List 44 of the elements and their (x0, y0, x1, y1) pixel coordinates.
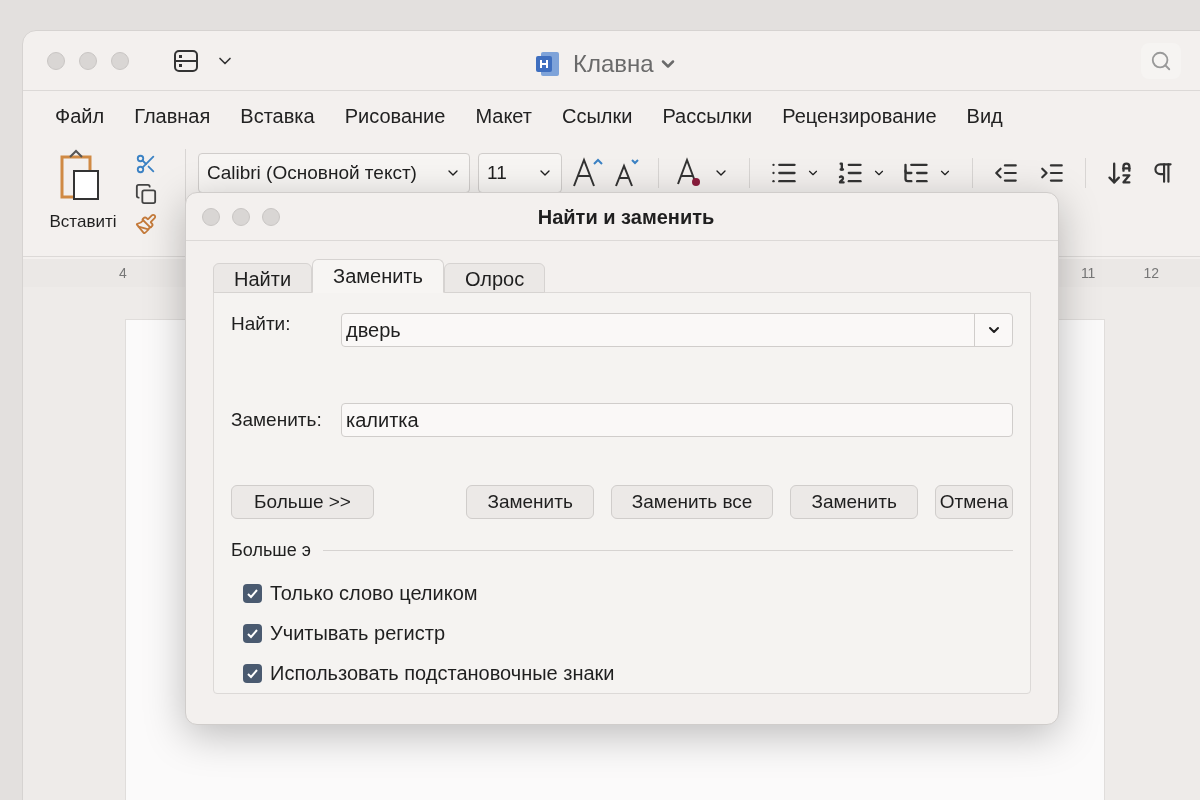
dialog-tab[interactable]: Заменить (312, 259, 444, 293)
ruler-number: 4 (119, 263, 127, 283)
field-label: Заменить: (231, 407, 323, 432)
menu-tab[interactable]: Вид (966, 101, 1003, 131)
ruler-number: 12 (1143, 263, 1159, 283)
replace-field[interactable]: калитка (341, 403, 1013, 437)
find-value: дверь (345, 318, 402, 343)
section-title: Больше э (231, 539, 311, 562)
menu-tab[interactable]: Файл (55, 101, 105, 131)
search-button[interactable] (1141, 43, 1181, 79)
dialog-button[interactable]: Заменить (790, 485, 918, 519)
paintbrush-icon[interactable] (135, 213, 157, 235)
font-select[interactable]: Calibri (Основной текст) (198, 153, 470, 193)
menu-tab[interactable]: Ссылки (562, 101, 633, 131)
dialog-button[interactable]: Заменить (466, 485, 594, 519)
menu-tab[interactable]: Рассылки (662, 101, 753, 131)
checkbox-label: Учитывать регистр (270, 621, 446, 646)
dialog-tab[interactable]: Олрос (443, 263, 546, 293)
field-label: Найти: (231, 311, 292, 336)
checkbox[interactable] (243, 663, 262, 683)
ruler-number: 11 (1080, 263, 1096, 283)
menu-tab[interactable]: Вставка (240, 101, 315, 131)
dialog-tab[interactable]: Найти (213, 263, 313, 293)
paste-label[interactable]: Вставиті (49, 209, 117, 235)
find-combobox[interactable]: дверь (341, 313, 1013, 347)
menu-tab[interactable]: Главная (134, 101, 211, 131)
document-icon (535, 50, 561, 78)
checkbox[interactable] (243, 623, 262, 643)
dialog-button[interactable]: Заменить все (610, 485, 774, 519)
dialog-title: Найти и заменить (537, 204, 715, 230)
sidebar-icon[interactable] (173, 48, 199, 73)
menu-tab[interactable]: Макет (475, 101, 532, 131)
dialog-button[interactable]: Отмена (934, 485, 1013, 519)
window-title: Клавна (573, 49, 654, 79)
menu-tab[interactable]: Рисование (344, 101, 446, 131)
checkbox[interactable] (243, 583, 262, 603)
scissors-icon[interactable] (135, 153, 157, 175)
copy-icon[interactable] (135, 183, 157, 205)
more-button[interactable]: Больше >> (231, 485, 374, 519)
checkbox-label: Использовать подстановочные знаки (270, 661, 615, 686)
menu-tab[interactable]: Рецензирование (782, 101, 937, 131)
size-select[interactable]: 11 (478, 153, 562, 193)
checkbox-label: Только слово целиком (270, 581, 478, 606)
search-icon (1150, 50, 1172, 72)
